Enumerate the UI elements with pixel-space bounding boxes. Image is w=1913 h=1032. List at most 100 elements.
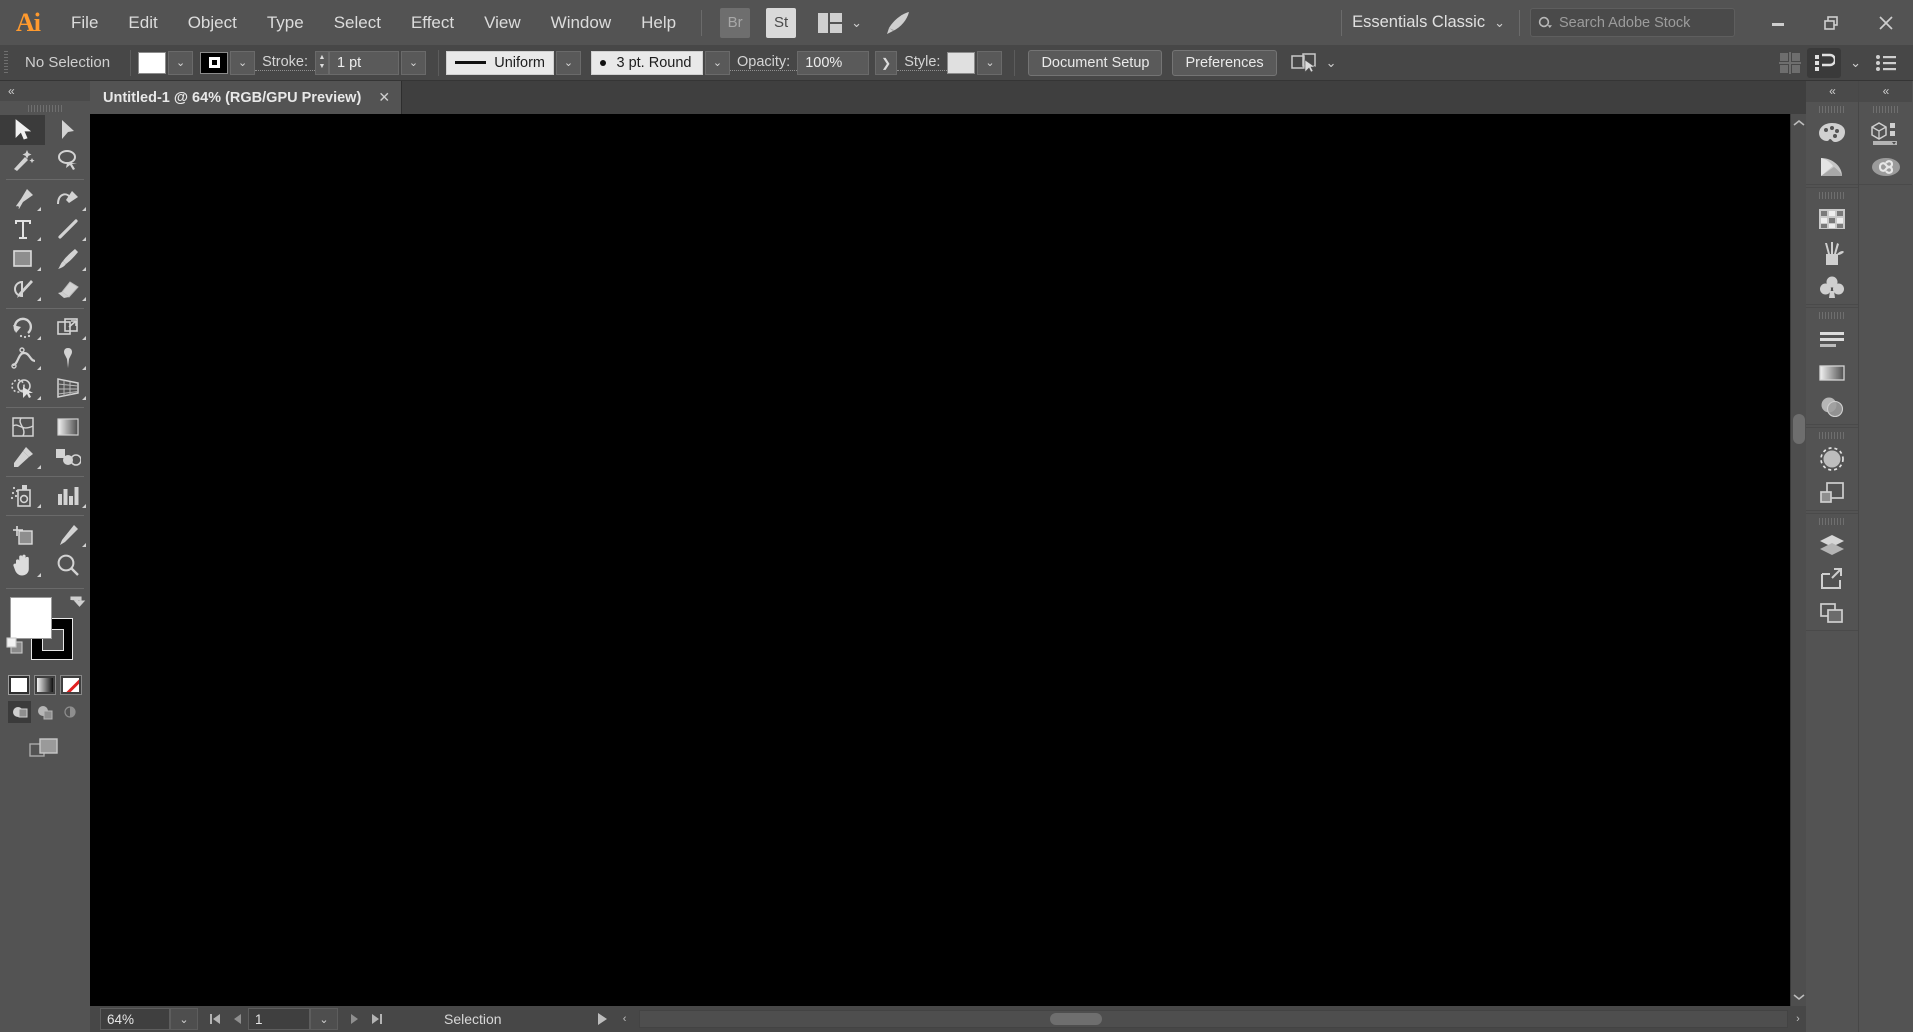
brushes-panel-icon[interactable] bbox=[1806, 236, 1858, 270]
tool-paintbrush[interactable] bbox=[45, 244, 90, 274]
list-view-icon[interactable] bbox=[1869, 48, 1903, 78]
preferences-button[interactable]: Preferences bbox=[1172, 49, 1277, 76]
asset-export-panel-icon[interactable] bbox=[1806, 596, 1858, 630]
default-fill-stroke-icon[interactable] bbox=[6, 637, 24, 655]
close-icon[interactable]: ✕ bbox=[377, 89, 391, 106]
menu-type[interactable]: Type bbox=[252, 0, 319, 45]
minimize-button[interactable] bbox=[1751, 0, 1805, 45]
bridge-button[interactable]: Br bbox=[720, 7, 751, 38]
style-chevron-down-icon[interactable]: ⌄ bbox=[977, 50, 1003, 75]
tool-column-graph[interactable] bbox=[45, 481, 90, 511]
tool-selection[interactable] bbox=[0, 115, 45, 145]
search-adobe-stock-input[interactable]: Search Adobe Stock bbox=[1530, 8, 1735, 37]
document-setup-button[interactable]: Document Setup bbox=[1028, 49, 1163, 76]
stroke-profile-value[interactable]: Uniform bbox=[446, 50, 554, 75]
graphic-style-control[interactable]: ⌄ bbox=[947, 50, 1003, 75]
stroke-weight-chevron-down-icon[interactable]: ⌄ bbox=[401, 50, 426, 75]
tool-gradient[interactable] bbox=[45, 412, 90, 442]
tool-hand[interactable] bbox=[0, 550, 45, 580]
tool-slice[interactable] bbox=[45, 520, 90, 550]
tool-zoom[interactable] bbox=[45, 550, 90, 580]
select-similar-objects-control[interactable]: ⌄ bbox=[1290, 52, 1337, 74]
gradient-swatch-button[interactable] bbox=[34, 675, 56, 695]
tool-magic-wand[interactable] bbox=[0, 145, 45, 175]
tool-shaper[interactable] bbox=[0, 274, 45, 304]
panel-group-grip[interactable] bbox=[1806, 514, 1858, 528]
panel-group-grip[interactable] bbox=[1859, 102, 1912, 116]
pathfinder-panel-icon[interactable] bbox=[1806, 476, 1858, 510]
menu-view[interactable]: View bbox=[469, 0, 536, 45]
tool-blend[interactable] bbox=[45, 442, 90, 472]
zoom-chevron-down-icon[interactable]: ⌄ bbox=[170, 1008, 198, 1030]
draw-behind-icon[interactable] bbox=[33, 701, 56, 723]
stock-button[interactable]: St bbox=[766, 7, 797, 38]
change-screen-mode-icon[interactable] bbox=[29, 737, 61, 759]
tool-eraser[interactable] bbox=[45, 274, 90, 304]
tool-scale[interactable] bbox=[45, 313, 90, 343]
gradient-panel-icon[interactable] bbox=[1806, 356, 1858, 390]
appearance-panel-icon[interactable] bbox=[1806, 442, 1858, 476]
color-swatch-button[interactable] bbox=[8, 675, 30, 695]
color-guide-panel-icon[interactable] bbox=[1806, 150, 1858, 184]
tools-panel-grip[interactable] bbox=[0, 101, 90, 115]
first-artboard-button[interactable] bbox=[204, 1008, 226, 1030]
zoom-level-input[interactable]: 64% bbox=[100, 1008, 170, 1030]
tool-rectangle[interactable] bbox=[0, 244, 45, 274]
transparency-panel-icon[interactable] bbox=[1806, 390, 1858, 424]
tool-eyedropper[interactable] bbox=[0, 442, 45, 472]
horizontal-scroll-thumb[interactable] bbox=[1049, 1013, 1102, 1025]
canvas-vertical-scrollbar[interactable] bbox=[1790, 114, 1806, 1006]
arrange-documents-icon[interactable] bbox=[818, 12, 843, 33]
creative-cloud-icon[interactable] bbox=[1859, 150, 1912, 184]
tool-free-transform[interactable] bbox=[45, 343, 90, 373]
fill-color-control[interactable]: ⌄ bbox=[138, 50, 194, 75]
menu-object[interactable]: Object bbox=[173, 0, 252, 45]
previous-artboard-button[interactable] bbox=[226, 1008, 248, 1030]
arrange-chevron-down-icon[interactable]: ⌄ bbox=[851, 15, 862, 31]
color-panel-icon[interactable] bbox=[1806, 116, 1858, 150]
swap-fill-stroke-icon[interactable] bbox=[68, 595, 86, 611]
panel-group-grip[interactable] bbox=[1806, 308, 1858, 322]
swatches-panel-icon[interactable] bbox=[1806, 202, 1858, 236]
tool-mesh[interactable] bbox=[0, 412, 45, 442]
opacity-more-options-button[interactable]: ❯ bbox=[875, 50, 898, 75]
artboard-chevron-down-icon[interactable]: ⌄ bbox=[310, 1008, 338, 1030]
tool-direct-selection[interactable] bbox=[45, 115, 90, 145]
dock-collapse-left-button[interactable]: « bbox=[1806, 81, 1858, 101]
tool-width[interactable] bbox=[0, 343, 45, 373]
panel-group-grip[interactable] bbox=[1806, 428, 1858, 442]
close-button[interactable] bbox=[1859, 0, 1913, 45]
menu-help[interactable]: Help bbox=[626, 0, 691, 45]
select-similar-objects-icon[interactable] bbox=[1290, 52, 1317, 74]
stroke-weight-input[interactable]: 1 pt bbox=[329, 50, 399, 75]
last-artboard-button[interactable] bbox=[366, 1008, 388, 1030]
menu-file[interactable]: File bbox=[56, 0, 113, 45]
none-swatch-button[interactable] bbox=[60, 675, 82, 695]
next-artboard-button[interactable] bbox=[344, 1008, 366, 1030]
layers-panel-icon[interactable] bbox=[1806, 528, 1858, 562]
workspace-chevron-down-icon[interactable]: ⌄ bbox=[1494, 15, 1505, 31]
style-swatch[interactable] bbox=[947, 51, 976, 74]
fill-chevron-down-icon[interactable]: ⌄ bbox=[168, 50, 194, 75]
workspace-label[interactable]: Essentials Classic bbox=[1352, 13, 1485, 32]
properties-chevron-down-icon[interactable]: ⌄ bbox=[1850, 55, 1861, 71]
panel-group-grip[interactable] bbox=[1806, 102, 1858, 116]
tool-perspective-grid[interactable] bbox=[45, 373, 90, 403]
menu-select[interactable]: Select bbox=[319, 0, 396, 45]
scroll-left-icon[interactable]: ‹ bbox=[617, 1008, 633, 1030]
tool-symbol-sprayer[interactable] bbox=[0, 481, 45, 511]
document-tab[interactable]: Untitled-1 @ 64% (RGB/GPU Preview) ✕ bbox=[90, 81, 403, 114]
libraries-panel-icon[interactable] bbox=[1859, 116, 1912, 150]
tool-pen[interactable] bbox=[0, 184, 45, 214]
align-grid-icon[interactable] bbox=[1773, 48, 1807, 78]
stroke-swatch[interactable] bbox=[200, 51, 229, 74]
scroll-down-icon[interactable] bbox=[1791, 988, 1807, 1006]
menu-edit[interactable]: Edit bbox=[113, 0, 172, 45]
canvas-viewport[interactable] bbox=[90, 114, 1790, 1006]
brush-definition-value[interactable]: 3 pt. Round bbox=[591, 50, 703, 75]
tool-shape-builder[interactable] bbox=[0, 373, 45, 403]
fill-swatch[interactable] bbox=[138, 51, 167, 74]
select-similar-chevron-down-icon[interactable]: ⌄ bbox=[1326, 55, 1337, 71]
properties-panel-icon[interactable] bbox=[1807, 47, 1842, 78]
stroke-chevron-down-icon[interactable]: ⌄ bbox=[230, 50, 256, 75]
